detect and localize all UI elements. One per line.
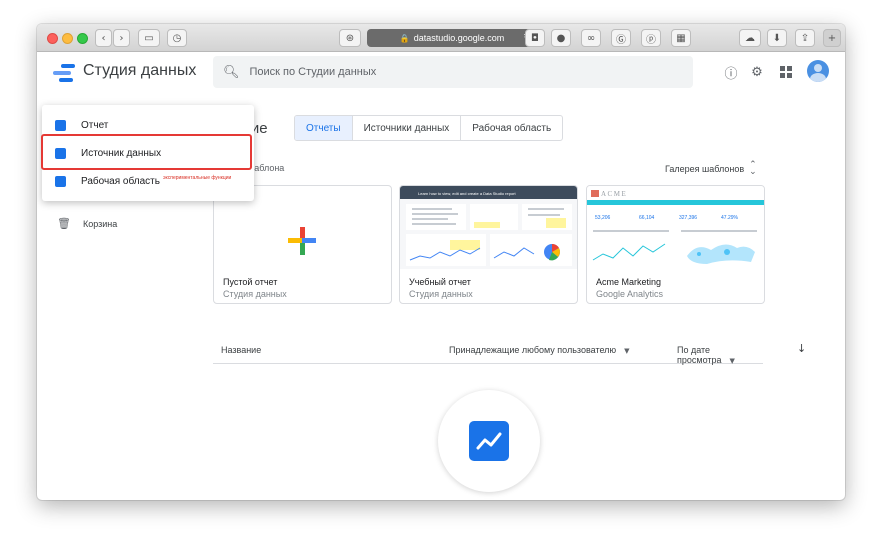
- template-card-blank[interactable]: Пустой отчет Студия данных: [213, 185, 392, 304]
- privacy-report-icon[interactable]: ⊛: [339, 29, 361, 47]
- svg-text:47.29%: 47.29%: [721, 215, 739, 221]
- card-subtitle: Студия данных: [223, 289, 287, 299]
- pinterest-extension-icon[interactable]: ⓟ: [641, 29, 661, 47]
- dropdown-caret-icon: ▼: [624, 347, 630, 355]
- search-icon: 🔍︎: [223, 64, 240, 80]
- lock-icon: 🔒: [399, 33, 410, 43]
- grammarly-extension-icon[interactable]: Ⓖ: [611, 29, 631, 47]
- report-list-header: Название Принадлежащие любому пользовате…: [213, 340, 763, 365]
- chart-line-icon: [469, 421, 509, 461]
- acme-report-thumbnail: ACME 53,206 66,104 327,396 47.29%: [587, 186, 764, 269]
- bar-chart-icon: [55, 119, 66, 131]
- nav-item-trash[interactable]: 🗑︎ Корзина: [57, 217, 117, 230]
- empty-state-illustration: [438, 390, 540, 492]
- search-bar[interactable]: 🔍︎: [213, 56, 693, 88]
- data-studio-logo-icon: [53, 64, 75, 82]
- tab-reports[interactable]: Отчеты: [295, 116, 352, 140]
- history-icon[interactable]: ◷: [167, 29, 187, 47]
- card-subtitle: Студия данных: [409, 289, 473, 299]
- experimental-badge: экспериментальные функции: [162, 175, 232, 181]
- tutorial-report-thumbnail: Learn how to view, edit and create a Dat…: [400, 186, 577, 269]
- sort-direction-icon[interactable]: ↓: [797, 342, 806, 355]
- app-header: Студия данных 🔍︎ ⓘ ⚙: [37, 52, 845, 92]
- app-title: Студия данных: [83, 62, 197, 79]
- ghostery-extension-icon[interactable]: ●: [551, 29, 571, 47]
- url-text: datastudio.google.com: [413, 33, 505, 43]
- apps-grid-icon[interactable]: [778, 64, 794, 80]
- thumb-header-text: Learn how to view, edit and create a Dat…: [418, 191, 517, 196]
- browser-window: ‹ › ▭ ◷ ⊛ 🔒 datastudio.google.com ↻ ◘ ● …: [37, 24, 845, 500]
- column-name[interactable]: Название: [221, 345, 261, 355]
- template-gallery-toggle[interactable]: Галерея шаблонов ⌃ ⌄: [665, 160, 757, 177]
- link-extension-icon[interactable]: ∞: [581, 29, 601, 47]
- template-card-tutorial[interactable]: Learn how to view, edit and create a Dat…: [399, 185, 578, 304]
- nav-item-label: Корзина: [82, 218, 118, 229]
- card-title: Учебный отчет: [409, 277, 471, 287]
- share-icon[interactable]: ⇪: [795, 29, 815, 47]
- card-subtitle: Google Analytics: [596, 289, 664, 299]
- pocket-extension-icon[interactable]: ◘: [525, 29, 545, 47]
- highlight-annotation: [41, 134, 252, 170]
- back-icon[interactable]: ‹: [95, 29, 112, 47]
- card-title: Пустой отчет: [223, 277, 278, 287]
- downloads-icon[interactable]: ⬇: [767, 29, 787, 47]
- zoom-window-button[interactable]: [77, 33, 88, 44]
- sort-dropdown[interactable]: По дате просмотра ▼: [677, 345, 763, 365]
- close-window-button[interactable]: [47, 33, 58, 44]
- expand-collapse-icon: ⌃ ⌄: [749, 160, 757, 177]
- svg-text:66,104: 66,104: [639, 215, 655, 221]
- search-input[interactable]: [249, 66, 650, 78]
- trash-icon: 🗑︎: [57, 217, 71, 230]
- menu-item-label: Рабочая область: [81, 175, 160, 187]
- avatar[interactable]: [807, 60, 829, 82]
- menu-item-label: Отчет: [81, 119, 109, 131]
- dropdown-caret-icon: ▼: [729, 357, 735, 365]
- sidebar-toggle-icon[interactable]: ▭: [138, 29, 160, 47]
- svg-text:327,396: 327,396: [679, 215, 697, 221]
- tab-data-sources[interactable]: Источники данных: [351, 116, 461, 140]
- settings-gear-icon[interactable]: ⚙: [749, 64, 765, 80]
- template-card-acme[interactable]: ACME 53,206 66,104 327,396 47.29% Acme M…: [586, 185, 765, 304]
- forward-icon[interactable]: ›: [113, 29, 130, 47]
- acme-logo-text: ACME: [601, 190, 627, 198]
- minimize-window-button[interactable]: [62, 33, 73, 44]
- cloud-icon[interactable]: ☁: [739, 29, 761, 47]
- svg-text:53,206: 53,206: [595, 215, 611, 221]
- report-type-tabs: Отчеты Источники данных Рабочая область: [294, 115, 564, 141]
- line-chart-icon: [55, 175, 66, 187]
- gallery-label: Галерея шаблонов: [665, 164, 745, 174]
- card-title: Acme Marketing: [596, 277, 662, 287]
- address-bar[interactable]: 🔒 datastudio.google.com ↻: [367, 29, 537, 47]
- owner-filter-dropdown[interactable]: Принадлежащие любому пользователю ▼: [449, 345, 630, 355]
- menu-item-workspace[interactable]: Рабочая область экспериментальные функци…: [42, 168, 254, 194]
- new-tab-icon[interactable]: +: [823, 29, 841, 47]
- tab-workspace[interactable]: Рабочая область: [460, 116, 562, 140]
- calendar-extension-icon[interactable]: ▦: [671, 29, 691, 47]
- help-icon[interactable]: ⓘ: [723, 64, 739, 82]
- browser-toolbar: ‹ › ▭ ◷ ⊛ 🔒 datastudio.google.com ↻ ◘ ● …: [37, 24, 845, 52]
